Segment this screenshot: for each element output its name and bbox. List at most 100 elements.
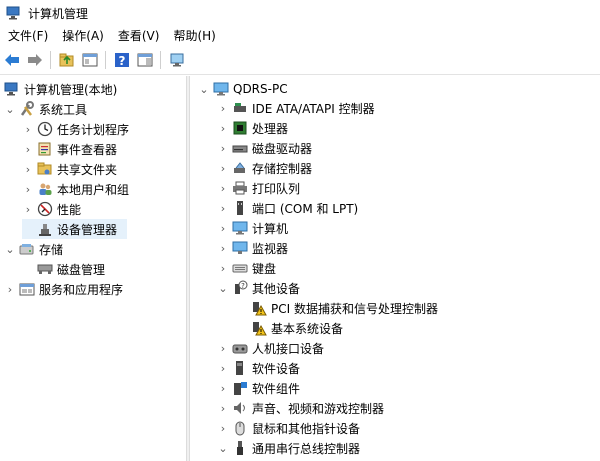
- show-action-pane-button[interactable]: [134, 49, 156, 71]
- device-category-label: 打印队列: [252, 181, 301, 196]
- chevron-right-icon[interactable]: ›: [217, 378, 229, 398]
- tree-item-label: 共享文件夹: [57, 162, 118, 177]
- chevron-right-icon[interactable]: ›: [217, 398, 229, 418]
- device-category-disk-drives[interactable]: › 磁盘驱动器: [217, 138, 312, 158]
- show-hide-tree-button[interactable]: [79, 49, 101, 71]
- performance-icon: [37, 201, 53, 217]
- device-category-computer[interactable]: › 计算机: [217, 218, 288, 238]
- device-category-label: 磁盘驱动器: [252, 141, 313, 156]
- menu-help[interactable]: 帮助(H): [167, 26, 221, 46]
- chevron-down-icon[interactable]: ⌄: [198, 79, 210, 99]
- console-tree: 计算机管理(本地) ⌄ 系统工具 › 任务计划程序 › 事件查看器 › 共享文件…: [0, 76, 186, 461]
- software-component-icon: [232, 380, 248, 396]
- toolbar-separator: [160, 51, 161, 69]
- chevron-right-icon[interactable]: ›: [217, 338, 229, 358]
- forward-button[interactable]: [24, 49, 46, 71]
- unknown-device-icon: ?: [232, 280, 248, 296]
- device-category-label: 声音、视频和游戏控制器: [252, 401, 385, 416]
- chevron-down-icon[interactable]: ⌄: [4, 99, 16, 119]
- menu-view[interactable]: 查看(V): [112, 26, 166, 46]
- device-category-usb-controllers[interactable]: ⌄ 通用串行总线控制器: [217, 438, 360, 458]
- back-button[interactable]: [1, 49, 23, 71]
- printer-icon: [232, 180, 248, 196]
- tree-item-label: 系统工具: [39, 102, 88, 117]
- forward-arrow-icon: [28, 54, 42, 66]
- device-category-other-devices[interactable]: ⌄ ? 其他设备: [217, 278, 300, 298]
- device-tree: ⌄ QDRS-PC › IDE ATA/ATAPI 控制器 › 处理器 › 磁盘…: [190, 76, 600, 461]
- chevron-right-icon[interactable]: ›: [217, 238, 229, 258]
- device-category-keyboards[interactable]: › 键盘: [217, 258, 276, 278]
- action-pane-icon: [137, 53, 153, 67]
- chevron-right-icon[interactable]: ›: [217, 158, 229, 178]
- device-category-print-queues[interactable]: › 打印队列: [217, 178, 300, 198]
- tree-item-event-viewer[interactable]: › 事件查看器: [22, 139, 117, 159]
- tree-item-shared-folders[interactable]: › 共享文件夹: [22, 159, 117, 179]
- chevron-down-icon[interactable]: ⌄: [217, 278, 229, 298]
- tree-item-label: 任务计划程序: [57, 122, 130, 137]
- system-tools-icon: [19, 101, 35, 117]
- device-item-pci-controller[interactable]: PCI 数据捕获和信号处理控制器: [236, 298, 438, 318]
- chevron-right-icon[interactable]: ›: [217, 358, 229, 378]
- tree-item-label: 设备管理器: [57, 222, 118, 237]
- device-category-software-components[interactable]: › 软件组件: [217, 378, 300, 398]
- chevron-right-icon[interactable]: ›: [217, 178, 229, 198]
- chevron-down-icon[interactable]: ⌄: [217, 438, 229, 458]
- scan-hardware-button[interactable]: [166, 49, 188, 71]
- chevron-right-icon[interactable]: ›: [217, 258, 229, 278]
- chevron-right-icon[interactable]: ›: [217, 98, 229, 118]
- device-category-mice[interactable]: › 鼠标和其他指针设备: [217, 418, 360, 438]
- chevron-right-icon[interactable]: ›: [22, 119, 34, 139]
- chevron-right-icon[interactable]: ›: [22, 199, 34, 219]
- device-category-ide[interactable]: › IDE ATA/ATAPI 控制器: [217, 98, 375, 118]
- device-category-hid[interactable]: › 人机接口设备: [217, 338, 324, 358]
- title-bar: 计算机管理: [0, 0, 600, 26]
- mouse-icon: [232, 420, 248, 436]
- device-category-storage-controllers[interactable]: › 存储控制器: [217, 158, 312, 178]
- tree-item-storage[interactable]: ⌄ 存储: [4, 239, 63, 259]
- tree-item-device-manager[interactable]: 设备管理器: [22, 219, 127, 239]
- tree-item-disk-management[interactable]: 磁盘管理: [22, 259, 105, 279]
- device-category-label: 人机接口设备: [252, 341, 325, 356]
- device-category-label: 软件组件: [252, 381, 301, 396]
- chevron-right-icon[interactable]: ›: [217, 418, 229, 438]
- event-viewer-icon: [37, 141, 53, 157]
- device-item-base-system-device[interactable]: 基本系统设备: [236, 318, 343, 338]
- device-category-label: IDE ATA/ATAPI 控制器: [252, 101, 375, 116]
- chevron-right-icon[interactable]: ›: [4, 279, 16, 299]
- svg-text:?: ?: [241, 282, 245, 290]
- toolbar-separator: [50, 51, 51, 69]
- device-category-label: 鼠标和其他指针设备: [252, 421, 361, 436]
- device-category-label: 通用串行总线控制器: [252, 441, 361, 456]
- device-root-computer[interactable]: ⌄ QDRS-PC: [198, 79, 287, 99]
- tree-item-label: 性能: [57, 202, 82, 217]
- device-category-ports[interactable]: › 端口 (COM 和 LPT): [217, 198, 358, 218]
- users-icon: [37, 181, 53, 197]
- chevron-down-icon[interactable]: ⌄: [4, 239, 16, 259]
- shared-folder-icon: [37, 161, 53, 177]
- computer-icon: [232, 220, 248, 236]
- device-category-sound-video-game[interactable]: › 声音、视频和游戏控制器: [217, 398, 384, 418]
- menu-action[interactable]: 操作(A): [56, 26, 110, 46]
- clock-icon: [37, 121, 53, 137]
- help-button[interactable]: ?: [111, 49, 133, 71]
- device-category-software-devices[interactable]: › 软件设备: [217, 358, 300, 378]
- chevron-right-icon[interactable]: ›: [217, 198, 229, 218]
- tree-item-system-tools[interactable]: ⌄ 系统工具: [4, 99, 87, 119]
- tree-item-performance[interactable]: › 性能: [22, 199, 81, 219]
- tree-item-computer-management-local[interactable]: 计算机管理(本地): [0, 79, 117, 99]
- chevron-right-icon[interactable]: ›: [22, 159, 34, 179]
- tree-item-services-applications[interactable]: › 服务和应用程序: [4, 279, 123, 299]
- menu-file[interactable]: 文件(F): [2, 26, 54, 46]
- chevron-right-icon[interactable]: ›: [22, 139, 34, 159]
- device-manager-icon: [37, 221, 53, 237]
- up-one-level-button[interactable]: [56, 49, 78, 71]
- device-category-monitors[interactable]: › 监视器: [217, 238, 288, 258]
- tree-item-local-users-groups[interactable]: › 本地用户和组: [22, 179, 129, 199]
- device-category-processor[interactable]: › 处理器: [217, 118, 288, 138]
- chevron-right-icon[interactable]: ›: [217, 218, 229, 238]
- chevron-right-icon[interactable]: ›: [217, 118, 229, 138]
- chevron-right-icon[interactable]: ›: [22, 179, 34, 199]
- chevron-right-icon[interactable]: ›: [217, 138, 229, 158]
- device-category-label: 其他设备: [252, 281, 301, 296]
- tree-item-task-scheduler[interactable]: › 任务计划程序: [22, 119, 129, 139]
